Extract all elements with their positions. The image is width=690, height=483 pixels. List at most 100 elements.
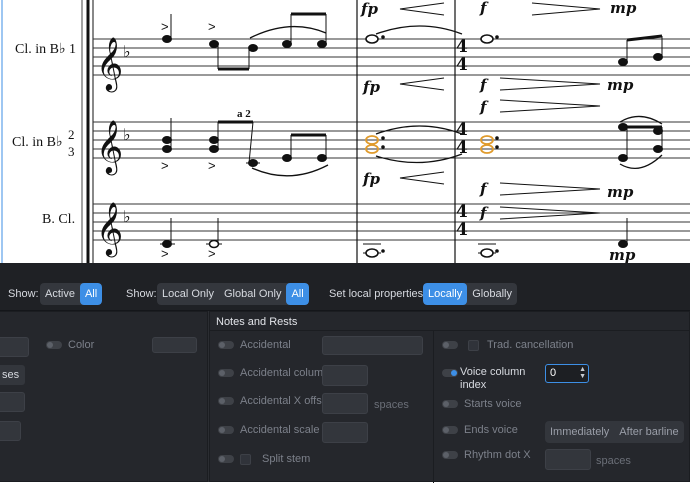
globally-button[interactable]: Globally [467, 283, 517, 305]
rhythm-dot-x-label: Rhythm dot X [464, 449, 531, 461]
trad-cancellation-checkbox[interactable] [468, 339, 479, 351]
svg-text:4: 4 [456, 120, 468, 140]
svg-text:mp: mp [609, 246, 636, 263]
voice-column-index-label-line2: index [460, 379, 487, 391]
score-view[interactable]: 𝄞 𝄞 𝄞 ♭ ♭ ♭ > > a 2 > > > > 4 4 4 4 4 4 … [0, 0, 690, 263]
staff-number-top: 2 [68, 127, 75, 142]
split-stem-row: Split stem [218, 453, 310, 465]
svg-text:fp: fp [360, 0, 378, 18]
accent-mark: > [208, 158, 216, 173]
accidental-x-offset-row: Accidental X offset [218, 395, 331, 407]
starts-voice-row: Starts voice [442, 398, 521, 410]
starts-voice-label: Starts voice [464, 398, 522, 410]
stepper-arrows-icon[interactable]: ▲ ▼ [579, 366, 586, 380]
partial-input-2[interactable] [0, 392, 25, 412]
color-toggle[interactable] [46, 341, 62, 349]
svg-text:f: f [479, 0, 489, 17]
show-local-only-button[interactable]: Local Only [157, 283, 219, 305]
show-active-button[interactable]: Active [40, 283, 80, 305]
show-scope-toggle: Local Only Global Only All [157, 283, 309, 305]
ends-voice-toggle[interactable] [442, 426, 458, 434]
accidental-scale-input[interactable] [322, 422, 368, 443]
after-barline-button[interactable]: After barline [614, 421, 683, 443]
immediately-button[interactable]: Immediately [545, 421, 614, 443]
split-stem-checkbox[interactable] [240, 453, 251, 465]
split-stem-toggle[interactable] [218, 455, 234, 463]
set-properties-toggle: Locally Globally [423, 283, 517, 305]
svg-text:4: 4 [456, 220, 468, 240]
accent-mark: > [161, 158, 169, 173]
accidental-column-toggle[interactable] [218, 369, 234, 377]
measure-3[interactable]: 4 4 4 4 4 4 [456, 34, 663, 258]
svg-text:fp: fp [362, 78, 380, 96]
svg-text:mp: mp [607, 76, 634, 94]
accidental-label: Accidental [240, 339, 291, 351]
accidental-column-input[interactable] [322, 365, 368, 386]
trad-cancellation-toggle[interactable] [442, 341, 458, 349]
staff-2-m1-notes[interactable]: a 2 > > [161, 108, 329, 177]
treble-clefs: 𝄞 𝄞 𝄞 [96, 36, 123, 257]
flat-icon: ♭ [123, 42, 131, 61]
rhythm-dot-x-unit: spaces [596, 455, 631, 467]
properties-panel: Show: Active All Show: Local Only Global… [0, 263, 690, 483]
rhythm-dot-x-input[interactable] [545, 449, 591, 470]
svg-text:fp: fp [362, 170, 380, 188]
notes-and-rests-section: Notes and Rests Accidental Accidental co… [209, 311, 690, 483]
svg-text:mp: mp [607, 183, 634, 201]
accidental-scale-label: Accidental scale [240, 424, 320, 436]
a2-marking: a 2 [237, 108, 251, 120]
accidental-column-label: Accidental column [240, 367, 330, 379]
accidental-scale-toggle[interactable] [218, 426, 234, 434]
key-signatures: ♭ ♭ ♭ [123, 42, 131, 226]
ends-voice-label: Ends voice [464, 424, 518, 436]
accent-mark: > [208, 246, 216, 261]
accidental-x-offset-toggle[interactable] [218, 397, 234, 405]
accidental-x-offset-input[interactable] [322, 393, 368, 414]
show-all-scope-button[interactable]: All [286, 283, 309, 305]
show-label-1: Show: [8, 288, 39, 300]
section-title: Notes and Rests [216, 316, 298, 328]
locally-button[interactable]: Locally [423, 283, 468, 305]
flat-icon: ♭ [123, 207, 131, 226]
svg-text:4: 4 [456, 202, 468, 222]
partial-input-3[interactable] [0, 421, 21, 441]
show-all-button[interactable]: All [79, 283, 103, 305]
svg-text:f: f [479, 180, 489, 198]
svg-text:4: 4 [456, 138, 468, 158]
svg-text:4: 4 [456, 55, 468, 75]
color-row: Color [46, 339, 94, 351]
show-global-only-button[interactable]: Global Only [219, 283, 286, 305]
trad-cancellation-row: Trad. cancellation [442, 339, 573, 351]
staff-1-lines [93, 38, 690, 76]
voice-column-index-toggle[interactable] [442, 369, 458, 377]
svg-text:mp: mp [610, 0, 637, 17]
partial-input[interactable] [0, 337, 29, 357]
accidental-toggle[interactable] [218, 341, 234, 349]
staff-name-clarinet-1: Cl. in B♭ 1 [15, 42, 77, 57]
staff-number-bottom: 3 [68, 144, 75, 159]
accidental-select[interactable] [322, 336, 423, 355]
voice-column-index-label-line1: Voice column [460, 366, 526, 378]
accidental-column-row: Accidental column [218, 367, 329, 379]
treble-clef-icon: 𝄞 [96, 119, 123, 175]
hairpins[interactable] [399, 2, 601, 220]
staff-1-m1-notes[interactable]: > > [161, 12, 327, 71]
color-swatch[interactable] [152, 337, 197, 353]
accent-mark: > [208, 19, 216, 34]
staff-2-lines [93, 121, 690, 159]
partial-button[interactable]: ses [0, 365, 26, 385]
accidental-scale-row: Accidental scale [218, 424, 320, 436]
starts-voice-toggle[interactable] [442, 400, 458, 408]
trad-cancellation-label: Trad. cancellation [487, 339, 574, 351]
svg-text:f: f [479, 98, 489, 116]
svg-text:f: f [479, 76, 489, 94]
accent-mark: > [161, 19, 169, 34]
common-section: Color ses [0, 311, 208, 482]
filter-toolbar: Show: Active All Show: Local Only Global… [0, 263, 690, 311]
voice-column-index-stepper[interactable]: 0 ▲ ▼ [545, 364, 589, 383]
accidental-x-offset-label: Accidental X offset [240, 395, 331, 407]
treble-clef-icon: 𝄞 [96, 201, 123, 257]
rhythm-dot-x-toggle[interactable] [442, 451, 458, 459]
set-local-properties-label: Set local properties: [329, 288, 427, 300]
staff-name-bass-clarinet: B. Cl. [42, 212, 76, 227]
